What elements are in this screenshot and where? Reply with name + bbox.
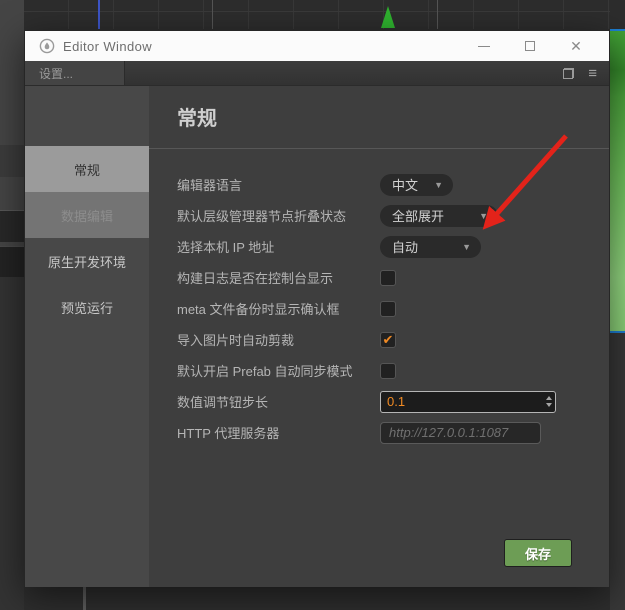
step-size-field[interactable] xyxy=(381,391,542,412)
menu-icon[interactable]: ≡ xyxy=(588,66,597,81)
timeline-cursor xyxy=(98,0,100,29)
dropdown-value: 中文 xyxy=(392,178,419,193)
build-log-checkbox[interactable] xyxy=(380,269,396,286)
maximize-button[interactable] xyxy=(507,31,553,61)
field-label: 选择本机 IP 地址 xyxy=(177,240,275,255)
tab-label: 设置... xyxy=(39,66,74,81)
dropdown-value: 全部展开 xyxy=(392,209,445,224)
form-row-language: 编辑器语言 中文 ▼ xyxy=(177,169,609,200)
titlebar[interactable]: Editor Window ✕ xyxy=(25,31,609,61)
chevron-down-icon: ▼ xyxy=(434,179,443,190)
maximize-icon xyxy=(525,41,535,51)
prefab-sync-checkbox[interactable] xyxy=(380,362,396,379)
field-label: HTTP 代理服务器 xyxy=(177,426,280,441)
form-row-auto-trim: 导入图片时自动剪裁 ✔ xyxy=(177,324,609,355)
grid-line xyxy=(212,0,213,29)
screen: Editor Window ✕ 设置... ≡ 常规 数据编辑 原生开发环境 预… xyxy=(0,0,625,610)
ip-address-dropdown[interactable]: 自动 ▼ xyxy=(380,235,481,258)
panel-band xyxy=(0,277,24,610)
app-logo-icon xyxy=(39,38,55,54)
auto-trim-checkbox[interactable]: ✔ xyxy=(380,331,396,348)
form-row-collapse-state: 默认层级管理器节点折叠状态 全部展开 ▼ xyxy=(177,200,609,231)
sidebar-item-preview-run[interactable]: 预览运行 xyxy=(25,284,149,330)
panel-divider xyxy=(83,586,86,610)
form-row-step-size: 数值调节钮步长 xyxy=(177,386,609,417)
settings-dialog: Editor Window ✕ 设置... ≡ 常规 数据编辑 原生开发环境 预… xyxy=(24,30,610,587)
field-label: 默认层级管理器节点折叠状态 xyxy=(177,209,347,224)
language-dropdown[interactable]: 中文 ▼ xyxy=(380,173,453,196)
meta-backup-checkbox[interactable] xyxy=(380,300,396,317)
number-stepper[interactable] xyxy=(542,392,555,412)
field-label: meta 文件备份时显示确认框 xyxy=(177,302,340,317)
panel-band xyxy=(610,333,625,610)
minimize-icon xyxy=(478,45,490,47)
green-sprite xyxy=(610,29,625,333)
sidebar-item-label: 原生开发环境 xyxy=(47,254,126,270)
popout-icon[interactable] xyxy=(563,67,575,79)
field-label: 数值调节钮步长 xyxy=(177,395,269,410)
save-button-label: 保存 xyxy=(524,546,551,562)
stepper-down-icon xyxy=(545,403,552,407)
minimize-button[interactable] xyxy=(461,31,507,61)
settings-form: 编辑器语言 中文 ▼ 默认层级管理器节点折叠状态 全部展开 ▼ 选择本机 IP … xyxy=(177,169,609,448)
close-button[interactable]: ✕ xyxy=(553,31,599,61)
close-icon: ✕ xyxy=(570,38,582,54)
field-label: 导入图片时自动剪裁 xyxy=(177,333,295,348)
settings-content: 常规 编辑器语言 中文 ▼ 默认层级管理器节点折叠状态 全部展开 ▼ 选择本机 … xyxy=(149,86,609,587)
sidebar-item-data-edit[interactable]: 数据编辑 xyxy=(25,192,149,238)
editor-left-panel xyxy=(0,0,24,610)
dropdown-value: 自动 xyxy=(392,240,419,255)
collapse-state-dropdown[interactable]: 全部展开 ▼ xyxy=(380,204,498,227)
chevron-down-icon: ▼ xyxy=(479,210,488,221)
page-title: 常规 xyxy=(177,108,217,130)
heading-divider xyxy=(149,148,609,149)
form-row-ip-address: 选择本机 IP 地址 自动 ▼ xyxy=(177,231,609,262)
gizmo-arrow-icon xyxy=(381,6,395,28)
step-size-input xyxy=(380,390,556,413)
settings-sidebar: 常规 数据编辑 原生开发环境 预览运行 xyxy=(25,86,149,587)
stepper-up-icon xyxy=(545,396,552,400)
sidebar-item-general[interactable]: 常规 xyxy=(25,146,149,192)
editor-bottom-panel xyxy=(24,586,610,610)
sidebar-item-label: 数据编辑 xyxy=(60,208,113,224)
field-label: 默认开启 Prefab 自动同步模式 xyxy=(177,364,353,379)
chevron-down-icon: ▼ xyxy=(462,241,471,252)
field-label: 编辑器语言 xyxy=(177,178,243,193)
form-row-http-proxy: HTTP 代理服务器 xyxy=(177,417,609,448)
sidebar-item-native-dev[interactable]: 原生开发环境 xyxy=(25,238,149,284)
panel-band xyxy=(0,145,24,177)
form-row-build-log: 构建日志是否在控制台显示 xyxy=(177,262,609,293)
form-row-meta-backup: meta 文件备份时显示确认框 xyxy=(177,293,609,324)
editor-right-edge xyxy=(610,0,625,610)
http-proxy-field[interactable] xyxy=(380,421,541,444)
check-icon: ✔ xyxy=(382,332,394,347)
save-button[interactable]: 保存 xyxy=(504,539,572,567)
grid-line xyxy=(437,0,438,29)
sidebar-item-label: 常规 xyxy=(73,162,100,178)
panel-band xyxy=(0,210,24,242)
sidebar-item-label: 预览运行 xyxy=(60,300,113,316)
field-label: 构建日志是否在控制台显示 xyxy=(177,271,334,286)
tab-settings[interactable]: 设置... xyxy=(25,61,125,85)
window-title: Editor Window xyxy=(63,38,153,54)
form-row-prefab-sync: 默认开启 Prefab 自动同步模式 xyxy=(177,355,609,386)
panel-band xyxy=(0,246,24,277)
editor-grid xyxy=(24,0,625,29)
tab-bar: 设置... ≡ xyxy=(25,61,609,86)
